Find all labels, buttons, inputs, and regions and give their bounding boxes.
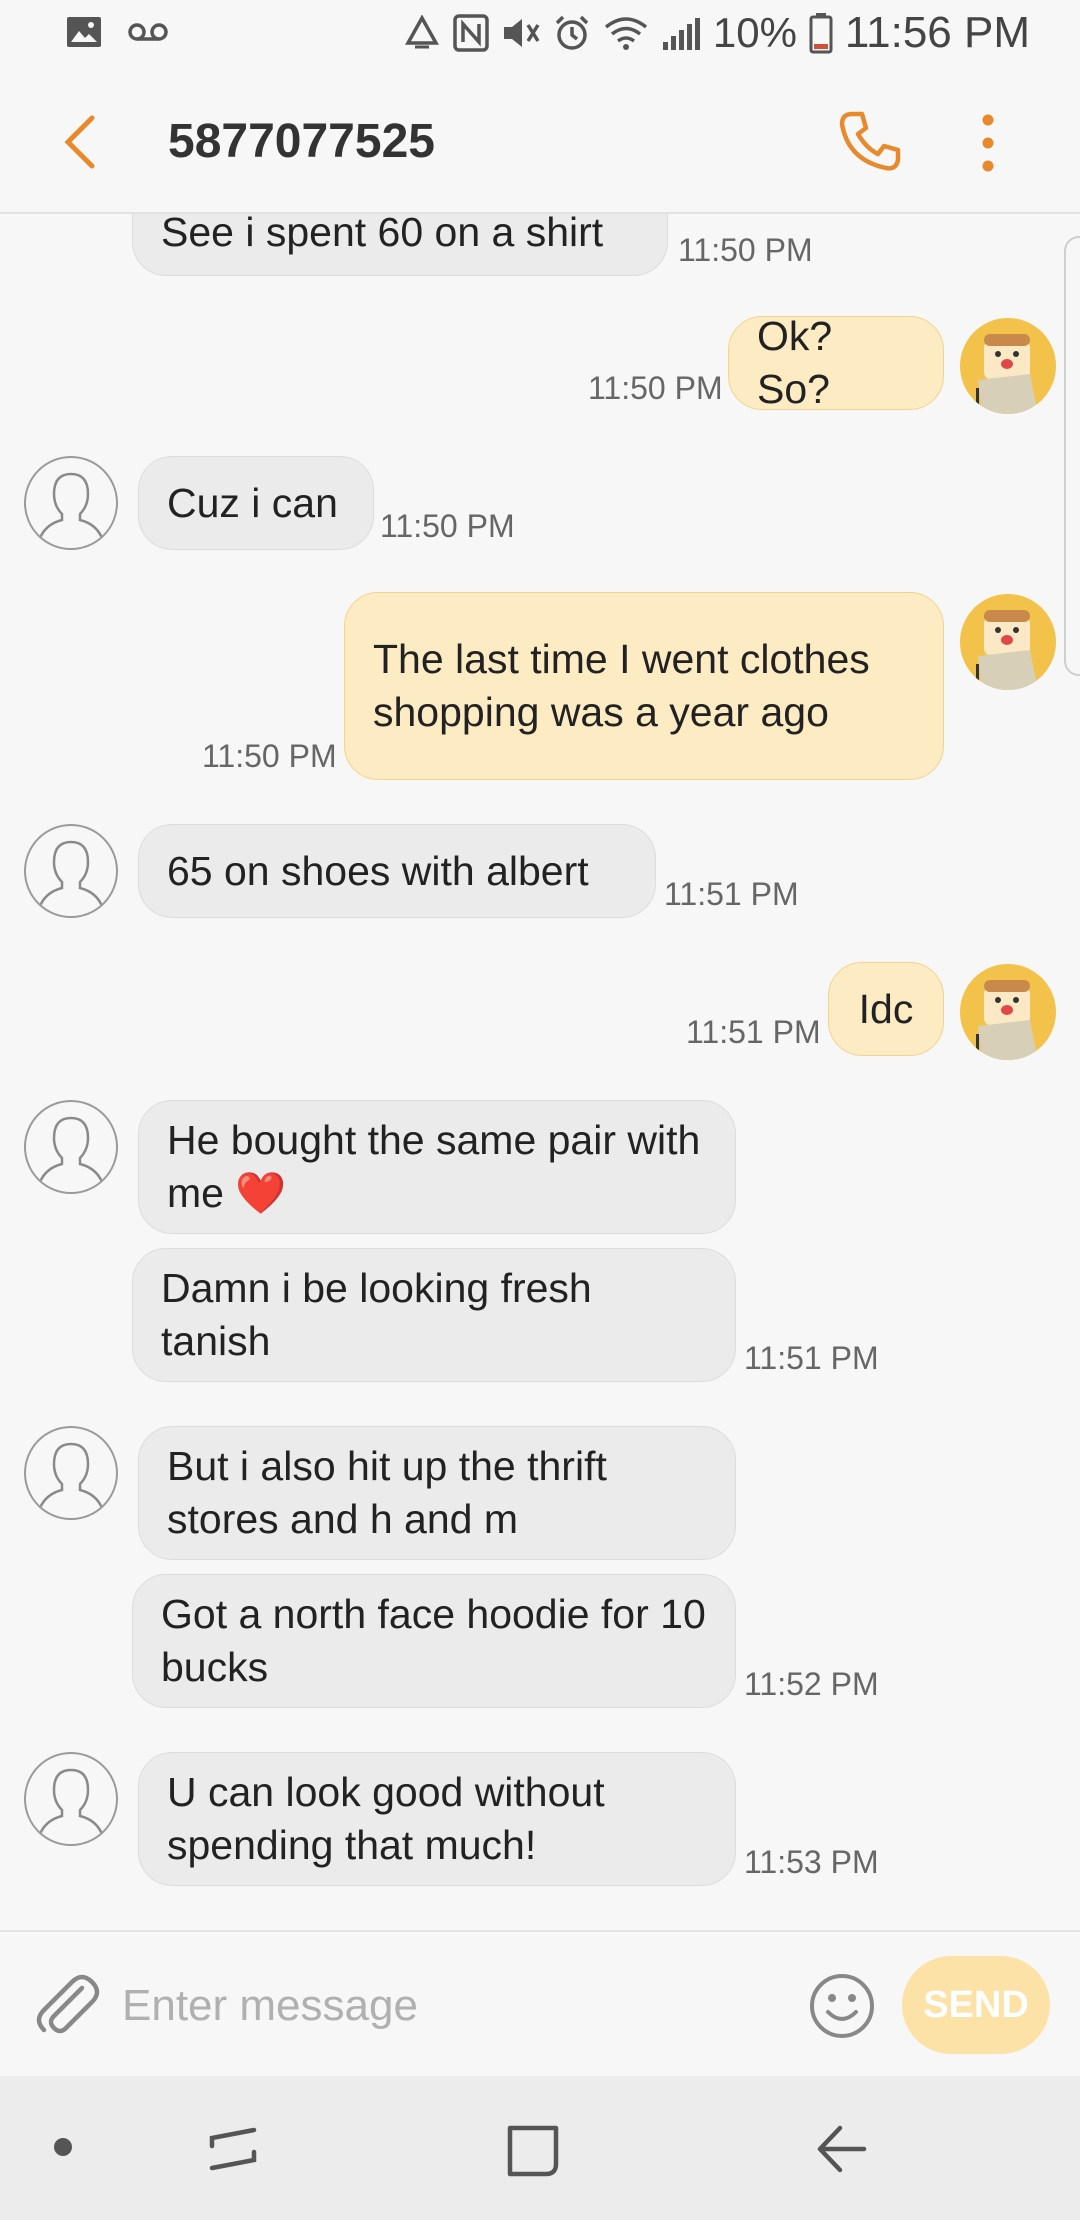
- home-icon[interactable]: [506, 2124, 560, 2183]
- nav-dot-icon[interactable]: [54, 2138, 72, 2156]
- contact-title[interactable]: 5877077525: [168, 114, 435, 169]
- attach-icon[interactable]: [30, 1970, 102, 2042]
- message-text: Idc: [858, 985, 914, 1032]
- message-bubble[interactable]: See i spent 60 on a shirt: [132, 212, 668, 276]
- message-time: 11:53 PM: [744, 1844, 879, 1880]
- voicemail-icon: [128, 21, 168, 43]
- nav-back-icon[interactable]: [814, 2122, 868, 2181]
- contact-avatar[interactable]: [24, 1100, 118, 1194]
- battery-icon: [809, 12, 833, 54]
- message-bubble[interactable]: Damn i be looking fresh tanish: [132, 1248, 736, 1382]
- nfc-icon: [453, 14, 489, 52]
- message-bubble[interactable]: Cuz i can: [138, 456, 374, 550]
- message-composer: SEND: [0, 1930, 1080, 2078]
- message-time: 11:51 PM: [686, 1014, 821, 1050]
- more-vert-icon[interactable]: [964, 112, 1012, 174]
- message-text: Ok? So?: [757, 313, 833, 412]
- recent-apps-icon[interactable]: [206, 2122, 260, 2181]
- message-text: He bought the same pair with me ❤️: [167, 1117, 701, 1216]
- message-time: 11:50 PM: [202, 738, 337, 774]
- message-text: But i also hit up the thrift stores and …: [167, 1443, 607, 1542]
- message-input[interactable]: [120, 1960, 784, 2052]
- signal-icon: [661, 16, 701, 50]
- alarm-icon: [553, 14, 591, 52]
- message-time: 11:52 PM: [744, 1666, 879, 1702]
- contact-avatar[interactable]: [24, 1752, 118, 1846]
- clock: 11:56 PM: [844, 8, 1030, 57]
- message-text: The last time I went clothes shopping wa…: [373, 636, 870, 735]
- battery-percent: 10%: [712, 9, 797, 56]
- wifi-icon: [603, 15, 649, 51]
- back-arrow-icon[interactable]: [56, 112, 106, 172]
- message-text: Cuz i can: [167, 479, 338, 526]
- message-text: U can look good without spending that mu…: [167, 1769, 605, 1868]
- message-bubble[interactable]: The last time I went clothes shopping wa…: [344, 592, 944, 780]
- contact-avatar[interactable]: [24, 456, 118, 550]
- message-bubble[interactable]: Idc: [828, 962, 944, 1056]
- message-bubble[interactable]: 65 on shoes with albert: [138, 824, 656, 918]
- message-bubble[interactable]: Got a north face hoodie for 10 bucks: [132, 1574, 736, 1708]
- status-bar: 10% 11:56 PM: [0, 0, 1080, 72]
- message-text: Got a north face hoodie for 10 bucks: [161, 1591, 706, 1690]
- my-avatar[interactable]: [960, 318, 1056, 414]
- contact-avatar[interactable]: [24, 1426, 118, 1520]
- message-bubble[interactable]: U can look good without spending that mu…: [138, 1752, 736, 1886]
- message-time: 11:51 PM: [664, 876, 799, 912]
- message-time: 11:50 PM: [380, 508, 515, 544]
- recycle-icon: [403, 15, 441, 51]
- emoji-icon[interactable]: [808, 1972, 876, 2040]
- message-text: Damn i be looking fresh tanish: [161, 1265, 592, 1364]
- send-button[interactable]: SEND: [902, 1956, 1050, 2054]
- message-time: 11:51 PM: [744, 1340, 879, 1376]
- message-list[interactable]: See i spent 60 on a shirt 11:50 PM Ok? S…: [0, 212, 1080, 1930]
- my-avatar[interactable]: [960, 964, 1056, 1060]
- message-bubble[interactable]: Ok? So?: [728, 313, 944, 412]
- mute-icon: [501, 15, 541, 51]
- message-bubble[interactable]: But i also hit up the thrift stores and …: [138, 1426, 736, 1560]
- message-time: 11:50 PM: [588, 370, 723, 406]
- navigation-bar: [0, 2076, 1080, 2220]
- message-time: 11:50 PM: [678, 232, 813, 268]
- message-text: See i spent 60 on a shirt: [161, 212, 604, 255]
- gallery-icon: [66, 16, 102, 48]
- message-bubble[interactable]: He bought the same pair with me ❤️: [138, 1100, 736, 1234]
- message-text: 65 on shoes with albert: [167, 847, 589, 894]
- my-avatar[interactable]: [960, 594, 1056, 690]
- scrollbar-handle[interactable]: [1064, 236, 1080, 676]
- conversation-header: 5877077525: [0, 72, 1080, 214]
- contact-avatar[interactable]: [24, 824, 118, 918]
- phone-icon[interactable]: [838, 108, 904, 174]
